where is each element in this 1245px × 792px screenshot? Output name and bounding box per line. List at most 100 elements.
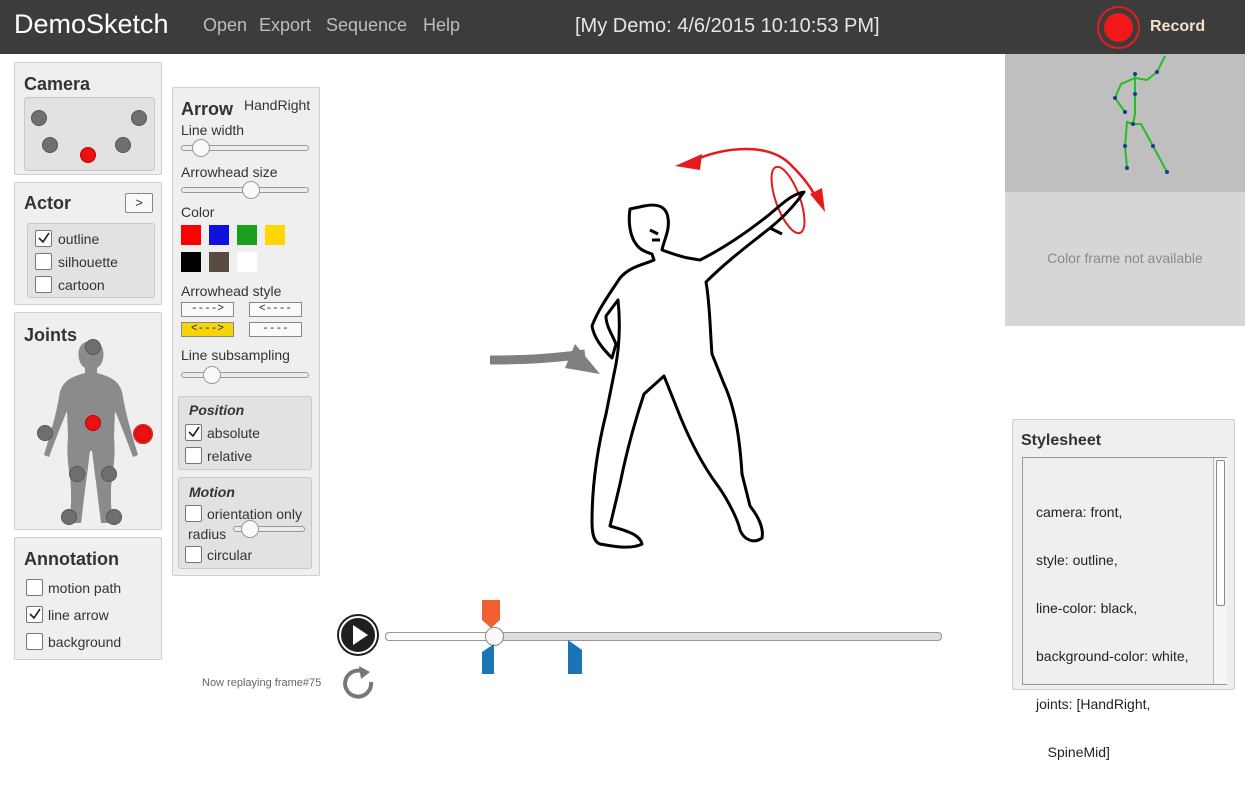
marker-out-blue[interactable] [566,640,584,674]
stylesheet-editor[interactable]: camera: front, style: outline, line-colo… [1022,457,1227,760]
actor-panel: Actor > outline silhouette cartoon [14,182,162,305]
replay-icon[interactable] [340,664,376,700]
radius-label: radius [188,526,227,542]
joint-head[interactable] [85,339,101,355]
joint-knee-left[interactable] [69,466,85,482]
silhouette-checkbox[interactable] [35,253,52,270]
line-arrow-checkbox[interactable] [26,606,43,623]
joint-foot-left[interactable] [61,509,77,525]
camera-panel: Camera [14,62,162,175]
marker-start-orange[interactable] [480,598,504,628]
motion-group: Motion orientation only radius circular [178,477,312,569]
color-swatch[interactable] [209,252,229,272]
camera-position-back-left[interactable] [31,110,47,126]
cartoon-checkbox[interactable] [35,276,52,293]
camera-selector [24,97,155,171]
motion-title: Motion [189,484,235,500]
absolute-checkbox[interactable] [185,424,202,441]
actor-style-options: outline silhouette cartoon [27,223,155,298]
circular-label: circular [207,547,253,563]
absolute-label: absolute [207,425,260,441]
annotation-title: Annotation [24,549,119,569]
circular-checkbox[interactable] [185,546,202,563]
line-width-label: Line width [181,122,245,138]
play-button[interactable] [337,614,379,656]
background-label: background [48,634,122,650]
menu-open[interactable]: Open [203,15,247,36]
line-arrow-annotation[interactable] [489,344,600,374]
menu-export[interactable]: Export [259,15,311,36]
arrowhead-style-none[interactable]: ---- [249,322,302,337]
orientation-only-checkbox[interactable] [185,505,202,522]
background-checkbox[interactable] [26,633,43,650]
joint-knee-right[interactable] [101,466,117,482]
marker-in-blue[interactable] [480,644,498,674]
actor-title: Actor [24,193,72,213]
menu-sequence[interactable]: Sequence [326,15,407,36]
check-icon [188,426,200,438]
record-icon [1104,13,1133,42]
color-swatch[interactable] [265,225,285,245]
color-swatch[interactable] [181,252,201,272]
joint-foot-right[interactable] [106,509,122,525]
top-bar: DemoSketch Open Export Sequence Help [My… [0,0,1245,54]
actor-next-button[interactable]: > [125,193,153,213]
actor-outline [590,190,806,549]
arrow-joint-label: HandRight [244,97,311,113]
camera-position-back-right[interactable] [131,110,147,126]
camera-position-front[interactable] [80,147,96,163]
sketch-canvas[interactable] [330,54,1000,594]
arrowhead-style-forward[interactable]: ----> [181,302,234,317]
record-label[interactable]: Record [1150,18,1205,36]
silhouette-label: silhouette [58,254,118,270]
camera-position-left[interactable] [42,137,58,153]
outline-label: outline [58,231,100,247]
stylesheet-scrollbar[interactable] [1213,458,1227,684]
arrowhead-style-both[interactable]: <---> [181,322,234,337]
play-icon [339,616,377,654]
color-label: Color [181,204,215,220]
stylesheet-title: Stylesheet [1021,432,1102,449]
joint-hand-left[interactable] [37,425,53,441]
relative-label: relative [207,448,253,464]
check-icon [29,608,41,620]
camera-position-right[interactable] [115,137,131,153]
stylesheet-line: style: outline, [1036,552,1118,568]
outline-checkbox[interactable] [35,230,52,247]
arrowhead-style-backward[interactable]: <---- [249,302,302,317]
skeleton-view [1005,54,1245,192]
color-swatch[interactable] [237,252,257,272]
menu-help[interactable]: Help [423,15,460,36]
line-arrow-label: line arrow [48,607,109,623]
line-subsampling-slider-thumb[interactable] [203,366,221,384]
stylesheet-line: line-color: black, [1036,600,1138,616]
stylesheet-panel: Stylesheet camera: front, style: outline… [1012,419,1235,760]
joints-panel: Joints [14,312,162,530]
skeleton-figure [1113,55,1169,174]
position-group: Position absolute relative [178,396,312,470]
color-swatch[interactable] [181,225,201,245]
line-width-slider-thumb[interactable] [192,139,210,157]
color-swatch[interactable] [209,225,229,245]
scrollbar-thumb[interactable] [1216,460,1225,606]
stylesheet-line: camera: front, [1036,504,1123,520]
camera-view: Color frame not available [1005,54,1245,326]
check-icon [38,232,50,244]
record-button[interactable] [1097,6,1140,49]
orientation-only-label: orientation only [207,506,302,522]
relative-checkbox[interactable] [185,447,202,464]
motion-path-checkbox[interactable] [26,579,43,596]
motion-path-label: motion path [48,580,122,596]
joint-spine-mid[interactable] [85,415,101,431]
timeline-played [385,632,491,641]
stylesheet-code[interactable]: camera: front, style: outline, line-colo… [1036,472,1189,792]
line-subsampling-slider[interactable] [181,372,309,378]
radius-slider-thumb[interactable] [241,520,260,538]
arrowhead-style-label: Arrowhead style [181,283,282,299]
position-title: Position [189,402,245,418]
camera-title: Camera [24,74,91,94]
color-swatch[interactable] [237,225,257,245]
joint-hand-right[interactable] [135,426,151,442]
arrowhead-size-slider-thumb[interactable] [241,181,260,199]
arrowhead-size-label: Arrowhead size [181,164,278,180]
